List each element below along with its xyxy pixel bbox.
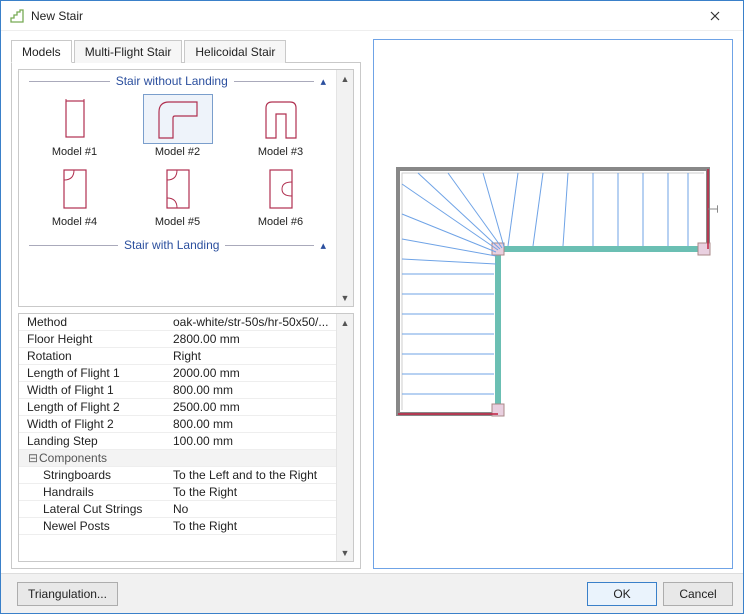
stair-preview — [373, 39, 733, 569]
prop-rotation[interactable]: RotationRight — [19, 348, 336, 365]
window-title: New Stair — [31, 9, 695, 23]
triangulation-button[interactable]: Triangulation... — [17, 582, 118, 606]
model-label: Model #4 — [30, 216, 120, 228]
properties-list: Methodoak-white/str-50s/hr-50x50/... Flo… — [19, 314, 336, 561]
prop-width-flight-1[interactable]: Width of Flight 1800.00 mm — [19, 382, 336, 399]
model-label: Model #5 — [133, 216, 223, 228]
section-label: Stair with Landing — [124, 238, 219, 252]
collapse-icon: ▴ — [320, 75, 332, 88]
prop-method[interactable]: Methodoak-white/str-50s/hr-50x50/... — [19, 314, 336, 331]
model-label: Model #1 — [30, 146, 120, 158]
dialog-footer: Triangulation... OK Cancel — [1, 573, 743, 613]
prop-landing-step[interactable]: Landing Step100.00 mm — [19, 433, 336, 450]
properties-scrollbar[interactable]: ▲ ▼ — [336, 314, 353, 561]
model-5-icon — [143, 164, 213, 214]
left-column: Models Multi-Flight Stair Helicoidal Sta… — [11, 39, 361, 569]
model-1[interactable]: Model #1 — [30, 94, 120, 158]
model-label: Model #2 — [133, 146, 223, 158]
model-picker: Stair without Landing ▴ Model #1 — [18, 69, 354, 307]
properties-grid: Methodoak-white/str-50s/hr-50x50/... Flo… — [18, 313, 354, 562]
model-6[interactable]: Model #6 — [236, 164, 326, 228]
model-label: Model #3 — [236, 146, 326, 158]
model-3-icon — [246, 94, 316, 144]
prop-lateral-cut-strings[interactable]: Lateral Cut StringsNo — [19, 501, 336, 518]
model-4[interactable]: Model #4 — [30, 164, 120, 228]
model-3[interactable]: Model #3 — [236, 94, 326, 158]
prop-handrails[interactable]: HandrailsTo the Right — [19, 484, 336, 501]
model-4-icon — [40, 164, 110, 214]
prop-stringboards[interactable]: StringboardsTo the Left and to the Right — [19, 467, 336, 484]
prop-length-flight-2[interactable]: Length of Flight 22500.00 mm — [19, 399, 336, 416]
model-grid-1: Model #1 Model #2 — [23, 94, 332, 228]
model-label: Model #6 — [236, 216, 326, 228]
prop-width-flight-2[interactable]: Width of Flight 2800.00 mm — [19, 416, 336, 433]
model-2[interactable]: Model #2 — [133, 94, 223, 158]
stair-preview-drawing — [388, 154, 718, 454]
prop-group-components[interactable]: ⊟Components — [19, 450, 336, 467]
section-label: Stair without Landing — [116, 74, 228, 88]
model-5[interactable]: Model #5 — [133, 164, 223, 228]
section-with-landing[interactable]: Stair with Landing ▴ — [23, 236, 332, 254]
close-button[interactable] — [695, 1, 735, 31]
tab-helicoidal[interactable]: Helicoidal Stair — [184, 40, 286, 63]
app-icon — [9, 8, 25, 24]
tabs: Models Multi-Flight Stair Helicoidal Sta… — [11, 39, 361, 63]
collapse-icon: ▴ — [320, 239, 332, 252]
scroll-up-icon[interactable]: ▲ — [337, 70, 353, 87]
tab-models[interactable]: Models — [11, 40, 72, 63]
scroll-up-icon[interactable]: ▲ — [337, 314, 353, 331]
new-stair-dialog: New Stair Models Multi-Flight Stair Heli… — [0, 0, 744, 614]
dialog-content: Models Multi-Flight Stair Helicoidal Sta… — [1, 31, 743, 573]
model-list: Stair without Landing ▴ Model #1 — [19, 70, 336, 306]
scroll-down-icon[interactable]: ▼ — [337, 289, 353, 306]
models-panel: Stair without Landing ▴ Model #1 — [11, 63, 361, 569]
scroll-down-icon[interactable]: ▼ — [337, 544, 353, 561]
collapse-icon: ⊟ — [27, 450, 39, 466]
model-1-icon — [40, 94, 110, 144]
prop-length-flight-1[interactable]: Length of Flight 12000.00 mm — [19, 365, 336, 382]
tab-multi-flight[interactable]: Multi-Flight Stair — [74, 40, 183, 63]
titlebar: New Stair — [1, 1, 743, 31]
prop-newel-posts[interactable]: Newel PostsTo the Right — [19, 518, 336, 535]
cancel-button[interactable]: Cancel — [663, 582, 733, 606]
model-scrollbar[interactable]: ▲ ▼ — [336, 70, 353, 306]
model-6-icon — [246, 164, 316, 214]
ok-button[interactable]: OK — [587, 582, 657, 606]
right-column — [373, 39, 733, 569]
section-without-landing[interactable]: Stair without Landing ▴ — [23, 72, 332, 90]
prop-floor-height[interactable]: Floor Height2800.00 mm — [19, 331, 336, 348]
model-2-icon — [143, 94, 213, 144]
